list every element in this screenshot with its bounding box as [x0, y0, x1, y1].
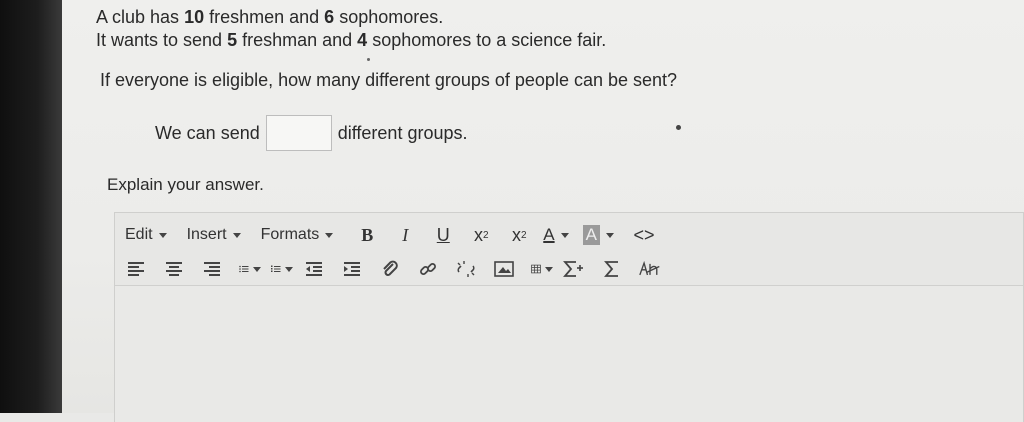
- sigma-plus-icon[interactable]: [563, 258, 585, 280]
- chevron-down-icon: [232, 232, 241, 238]
- chevron-down-icon: [158, 232, 167, 238]
- chevron-down-icon: [560, 232, 569, 238]
- question-text: If everyone is eligible, how many differ…: [100, 70, 678, 90]
- subscript-button[interactable]: x2: [467, 223, 495, 247]
- decorative-mark: [367, 58, 370, 61]
- bullet-list-icon[interactable]: [239, 258, 261, 280]
- menu-formats[interactable]: Formats: [261, 226, 334, 244]
- chevron-down-icon: [545, 266, 553, 272]
- answer-prefix: We can send: [155, 122, 260, 143]
- answer-suffix: different groups.: [337, 122, 468, 143]
- bold-button[interactable]: B: [353, 223, 381, 247]
- cursor-dot: [676, 125, 681, 130]
- screen-bezel: [0, 0, 62, 413]
- answer-row: We can send different groups.: [155, 113, 468, 153]
- unlink-icon[interactable]: [455, 258, 477, 280]
- indent-icon[interactable]: [341, 258, 363, 280]
- outdent-icon[interactable]: [303, 258, 325, 280]
- underline-button[interactable]: U: [429, 223, 457, 247]
- editor-content-area[interactable]: [115, 286, 1023, 422]
- menu-insert[interactable]: Insert: [187, 226, 241, 244]
- explain-label: Explain your answer.: [107, 175, 264, 194]
- italic-button[interactable]: I: [391, 223, 419, 247]
- editor-toolbar: Edit Insert Formats B I U x2 x2 A A <>: [115, 213, 1023, 286]
- problem-line-1: A club has 10 freshmen and 6 sophomores.: [96, 7, 444, 27]
- link-icon[interactable]: [417, 258, 439, 280]
- text-color-button[interactable]: A: [543, 225, 569, 245]
- background-color-button[interactable]: A: [582, 225, 614, 245]
- sigma-icon[interactable]: [601, 258, 623, 280]
- align-center-icon[interactable]: [163, 258, 185, 280]
- chevron-down-icon: [605, 232, 614, 238]
- table-icon[interactable]: [531, 258, 553, 280]
- toolbar-icon-row: [125, 257, 677, 281]
- question-page: A club has 10 freshmen and 6 sophomores.…: [62, 0, 1024, 422]
- superscript-button[interactable]: x2: [505, 223, 533, 247]
- chevron-down-icon: [285, 266, 293, 272]
- align-right-icon[interactable]: [201, 258, 223, 280]
- toolbar-menu-row: Edit Insert Formats B I U x2 x2 A A <>: [125, 223, 668, 247]
- problem-line-2: It wants to send 5 freshman and 4 sophom…: [96, 30, 607, 50]
- attachment-icon[interactable]: [379, 258, 401, 280]
- source-code-button[interactable]: <>: [630, 223, 658, 247]
- handwriting-icon[interactable]: [639, 258, 661, 280]
- align-left-icon[interactable]: [125, 258, 147, 280]
- chevron-down-icon: [253, 266, 261, 272]
- numbered-list-icon[interactable]: [271, 258, 293, 280]
- rich-text-editor: Edit Insert Formats B I U x2 x2 A A <>: [114, 212, 1024, 422]
- answer-input[interactable]: [265, 115, 332, 151]
- chevron-down-icon: [325, 232, 334, 238]
- menu-edit[interactable]: Edit: [125, 226, 167, 244]
- image-icon[interactable]: [493, 258, 515, 280]
- problem-statement: A club has 10 freshmen and 6 sophomores.…: [96, 6, 606, 52]
